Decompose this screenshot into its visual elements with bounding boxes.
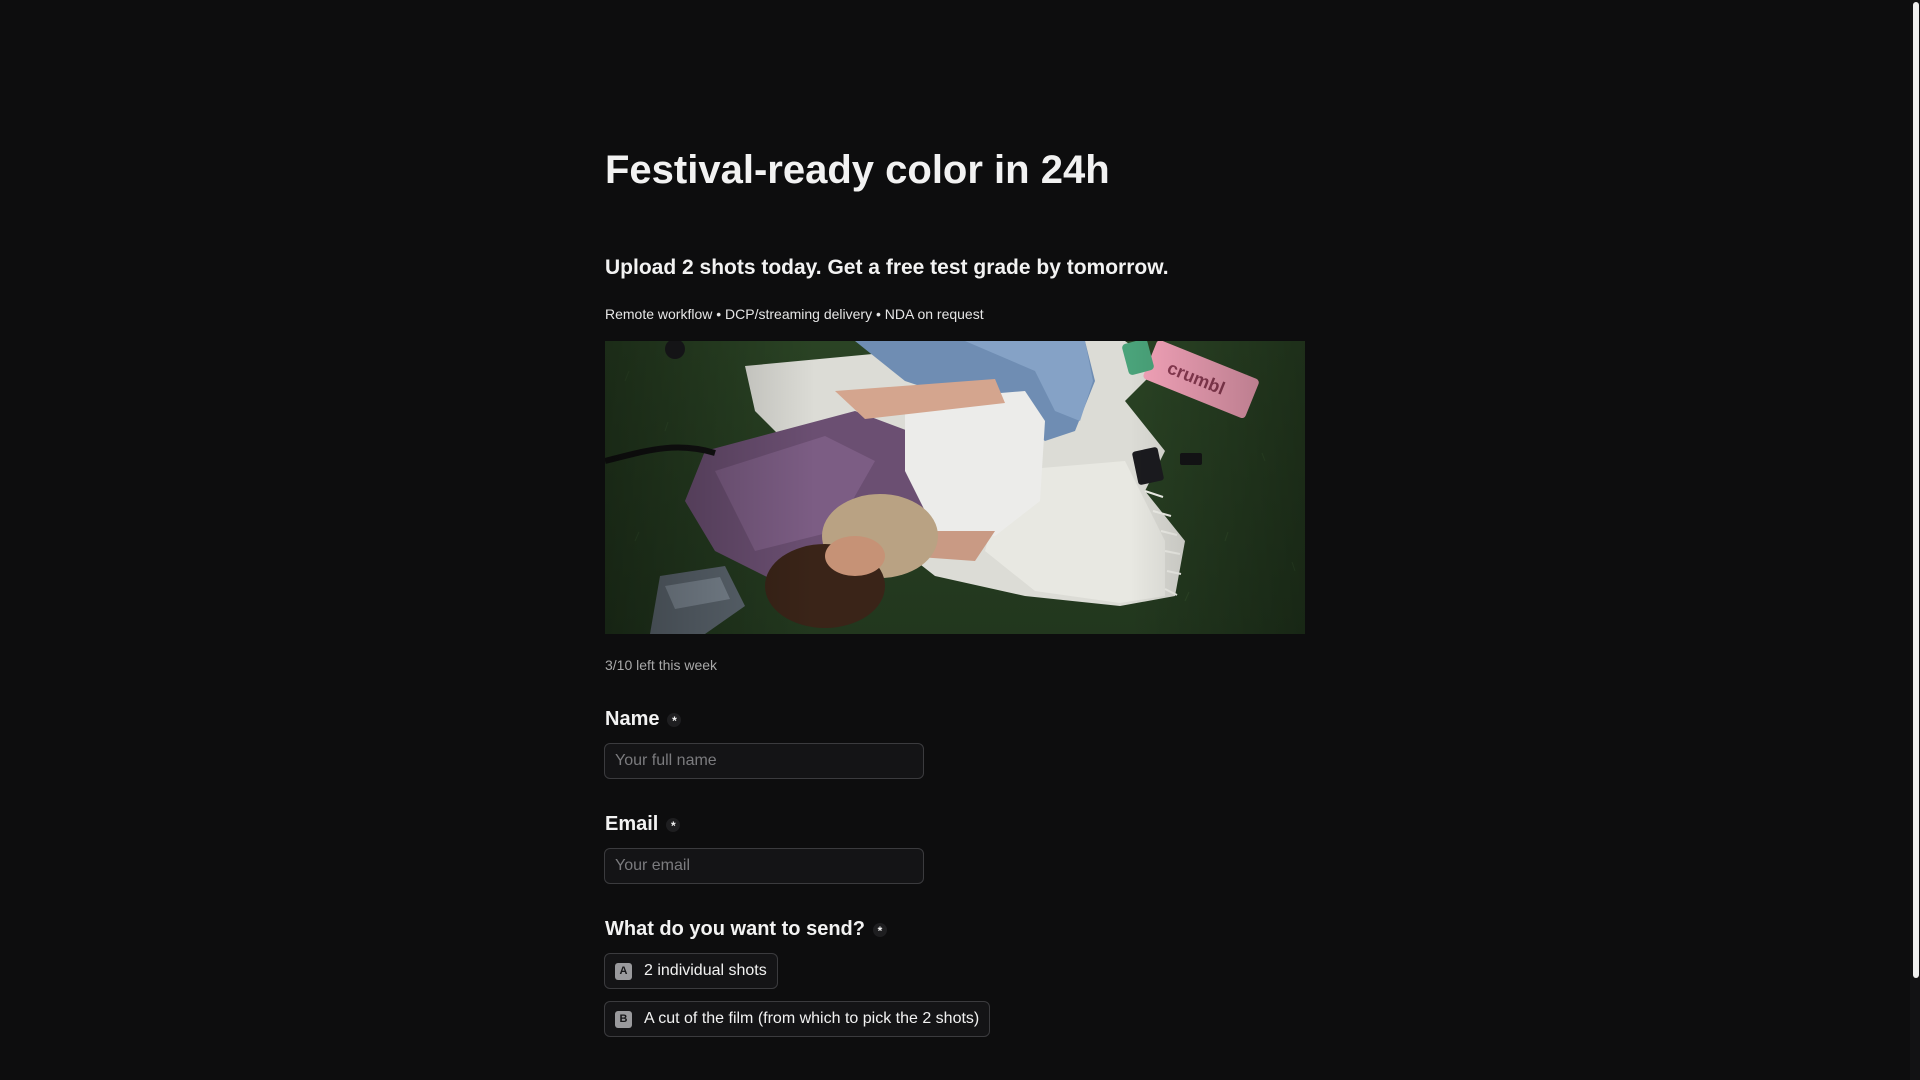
page-scrollbar[interactable] <box>1910 0 1920 1080</box>
email-input[interactable] <box>604 848 924 884</box>
choice-label: 2 individual shots <box>644 962 767 979</box>
email-label-text: Email <box>605 813 659 835</box>
hero-illustration: crumbl <box>605 341 1305 634</box>
scrollbar-thumb[interactable] <box>1913 2 1919 978</box>
name-input[interactable] <box>604 743 924 779</box>
page-title: Festival-ready color in 24h <box>605 148 1110 192</box>
choice-film-cut[interactable]: B A cut of the film (from which to pick … <box>604 1001 991 1037</box>
page-subtitle: Upload 2 shots today. Get a free test gr… <box>605 256 1169 279</box>
choice-key-badge: B <box>615 1010 632 1028</box>
send-choice-label: What do you want to send? * <box>605 918 887 941</box>
name-label-text: Name <box>605 708 660 730</box>
hero-image: crumbl <box>605 341 1305 634</box>
availability-counter: 3/10 left this week <box>605 657 718 673</box>
name-label: Name * <box>605 708 682 731</box>
send-choice-label-text: What do you want to send? <box>605 918 865 940</box>
tagline: Remote workflow • DCP/streaming delivery… <box>605 306 984 322</box>
required-marker: * <box>872 922 887 938</box>
choice-key-badge: A <box>615 962 632 980</box>
email-label: Email * <box>605 813 681 836</box>
required-marker: * <box>667 712 682 728</box>
choice-individual-shots[interactable]: A 2 individual shots <box>604 953 778 989</box>
page: Festival-ready color in 24h Upload 2 sho… <box>0 0 1920 1080</box>
required-marker: * <box>666 817 681 833</box>
choice-label: A cut of the film (from which to pick th… <box>644 1010 980 1027</box>
